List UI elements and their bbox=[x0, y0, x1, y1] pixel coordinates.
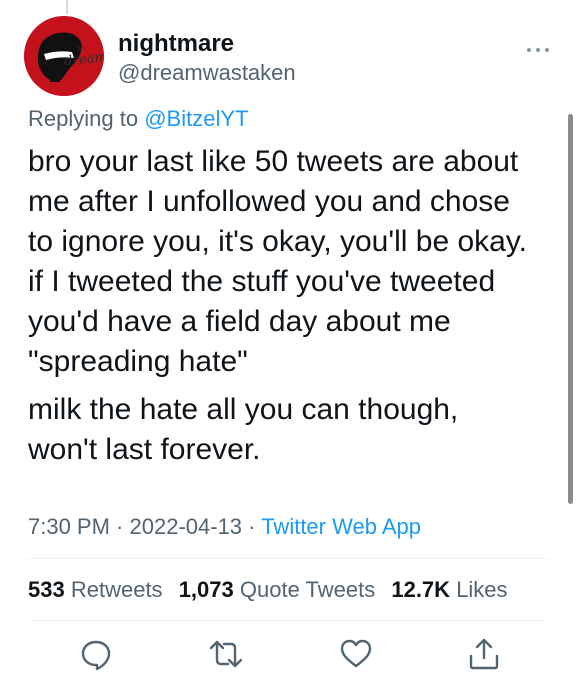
tweet-date[interactable]: 2022-04-13 bbox=[130, 514, 243, 539]
reply-icon bbox=[81, 640, 111, 671]
share-icon bbox=[469, 638, 499, 670]
tweet-source-link[interactable]: Twitter Web App bbox=[261, 514, 421, 539]
heart-icon bbox=[340, 639, 372, 668]
like-button[interactable] bbox=[338, 636, 374, 672]
retweets-count: 533 bbox=[28, 577, 65, 602]
retweet-icon bbox=[209, 640, 243, 668]
replying-to-line: Replying to @BitzelYT bbox=[28, 106, 248, 132]
avatar[interactable]: text dream bbox=[24, 16, 104, 96]
scrollbar[interactable] bbox=[568, 114, 573, 504]
tweet-stats: 533 Retweets 1,073 Quote Tweets 12.7K Li… bbox=[28, 576, 518, 604]
quote-tweets-label: Quote Tweets bbox=[239, 577, 376, 602]
meta-separator: · bbox=[109, 514, 130, 539]
replying-to-link[interactable]: @BitzelYT bbox=[144, 106, 248, 131]
divider bbox=[28, 620, 548, 621]
likes-label: Likes bbox=[456, 577, 508, 602]
meta-separator: · bbox=[242, 514, 262, 539]
tweet-metadata: 7:30 PM · 2022-04-13 · Twitter Web App bbox=[28, 513, 421, 541]
thread-connector-line bbox=[66, 0, 68, 14]
retweets-label: Retweets bbox=[70, 577, 163, 602]
reply-button[interactable] bbox=[78, 636, 114, 672]
likes-count: 12.7K bbox=[391, 577, 451, 602]
divider bbox=[28, 558, 548, 559]
quote-tweets-stat[interactable]: 1,073 Quote Tweets bbox=[179, 577, 376, 602]
tweet-text: bro your last like 50 tweets are about m… bbox=[28, 142, 558, 470]
tweet-actions-bar bbox=[0, 636, 577, 672]
author-handle[interactable]: @dreamwastaken bbox=[118, 60, 296, 86]
author-display-name[interactable]: nightmare bbox=[118, 30, 234, 58]
share-button[interactable] bbox=[466, 636, 502, 672]
tweet-paragraph: bro your last like 50 tweets are about m… bbox=[28, 145, 527, 378]
tweet-time[interactable]: 7:30 PM bbox=[28, 514, 110, 539]
likes-stat[interactable]: 12.7K Likes bbox=[391, 577, 507, 602]
replying-to-prefix: Replying to bbox=[28, 106, 139, 131]
quote-tweets-count: 1,073 bbox=[178, 577, 234, 602]
tweet-paragraph: milk the hate all you can though, won't … bbox=[28, 393, 459, 466]
retweet-button[interactable] bbox=[208, 636, 244, 672]
more-options-icon[interactable] bbox=[526, 40, 550, 52]
retweets-stat[interactable]: 533 Retweets bbox=[28, 577, 163, 602]
